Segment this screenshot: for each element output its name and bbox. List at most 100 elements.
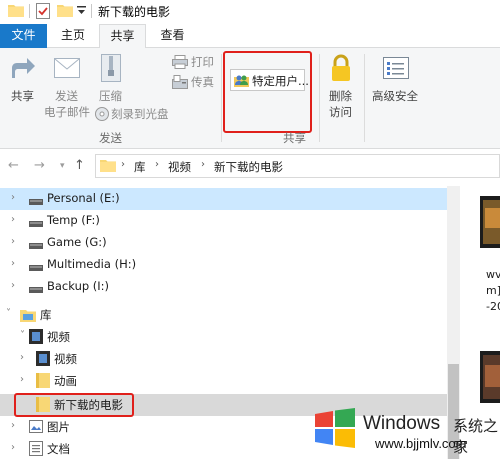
share-label: 共享 bbox=[11, 89, 34, 103]
expand-chevron-icon[interactable]: › bbox=[11, 192, 15, 203]
address-folder-icon bbox=[100, 158, 116, 175]
breadcrumb-library[interactable]: 库 bbox=[134, 159, 146, 175]
collapse-chevron-icon[interactable]: ˅ bbox=[6, 308, 11, 319]
tree-item-personal-drive[interactable]: › Personal (E:) bbox=[0, 188, 447, 210]
specific-user-button[interactable]: 特定用户... bbox=[230, 69, 309, 91]
burn-disc-label: 刻录到光盘 bbox=[111, 107, 169, 121]
back-arrow-icon[interactable]: ← bbox=[8, 158, 19, 173]
drive-icon bbox=[29, 195, 43, 209]
tree-item-multimedia-drive[interactable]: › Multimedia (H:) bbox=[0, 254, 447, 276]
address-bar-row: ← → ▾ ↑ › 库 › 视频 › 新下载的电影 bbox=[0, 150, 500, 182]
up-arrow-icon[interactable]: ↑ bbox=[74, 158, 85, 173]
security-list-icon bbox=[383, 57, 409, 82]
tree-item-game-drive[interactable]: › Game (G:) bbox=[0, 232, 447, 254]
remove-access-label-2: 访问 bbox=[329, 105, 352, 119]
quick-access-dropdown-icon[interactable] bbox=[77, 5, 86, 19]
tree-item-videos-folder[interactable]: › 视频 bbox=[0, 348, 447, 370]
tree-item-temp-drive[interactable]: › Temp (F:) bbox=[0, 210, 447, 232]
zip-icon bbox=[101, 54, 121, 85]
folder-icon bbox=[8, 3, 24, 20]
forward-arrow-icon[interactable]: → bbox=[34, 158, 45, 173]
tree-item-videos-library[interactable]: ˅ 视频 bbox=[0, 326, 447, 348]
send-email-label-2: 电子邮件 bbox=[44, 105, 90, 119]
tree-item-label: 图片 bbox=[47, 420, 70, 434]
specific-user-highlight: 特定用户... bbox=[223, 51, 312, 133]
expand-chevron-icon[interactable]: › bbox=[11, 442, 15, 453]
drive-icon bbox=[29, 217, 43, 231]
video-thumbnail[interactable] bbox=[480, 351, 500, 403]
users-icon bbox=[234, 73, 249, 90]
print-label: 打印 bbox=[191, 55, 214, 69]
title-bar: 新下载的电影 bbox=[0, 0, 500, 24]
video-library-icon bbox=[29, 329, 43, 347]
tab-share[interactable]: 共享 bbox=[99, 24, 146, 49]
breadcrumb-new-movies[interactable]: 新下载的电影 bbox=[214, 159, 283, 175]
tab-view[interactable]: 查看 bbox=[150, 24, 195, 48]
printer-icon bbox=[172, 55, 188, 72]
fax-icon bbox=[172, 75, 188, 92]
tree-item-label: Multimedia (H:) bbox=[47, 257, 137, 271]
expand-chevron-icon[interactable]: › bbox=[20, 352, 24, 363]
windows-logo-icon bbox=[313, 408, 357, 451]
pictures-icon bbox=[29, 420, 43, 436]
tree-item-backup-drive[interactable]: › Backup (I:) bbox=[0, 276, 447, 298]
video-thumbnail[interactable] bbox=[480, 196, 500, 248]
drive-icon bbox=[29, 239, 43, 253]
email-icon bbox=[54, 58, 80, 81]
new-movies-highlight bbox=[14, 393, 134, 417]
expand-chevron-icon[interactable]: › bbox=[20, 374, 24, 385]
tree-item-label: 视频 bbox=[47, 330, 70, 344]
specific-user-label: 特定用户... bbox=[252, 74, 309, 88]
tree-item-animation-folder[interactable]: › 动画 bbox=[0, 370, 447, 392]
expand-chevron-icon[interactable]: › bbox=[11, 280, 15, 291]
tree-item-label: 库 bbox=[40, 308, 52, 322]
file-name-line: m]: bbox=[486, 284, 500, 297]
breadcrumb-chevron-icon[interactable]: › bbox=[201, 159, 205, 170]
drive-icon bbox=[29, 283, 43, 297]
disc-icon bbox=[95, 107, 109, 124]
ribbon: 共享 发送 电子邮件 压缩 打印 传真 刻录到光盘 发送 特定用户... 共享 … bbox=[0, 48, 500, 149]
address-field[interactable]: › 库 › 视频 › 新下载的电影 bbox=[95, 154, 500, 178]
tree-item-label: 动画 bbox=[54, 374, 77, 388]
tree-item-label: Backup (I:) bbox=[47, 279, 110, 293]
collapse-chevron-icon[interactable]: ˅ bbox=[20, 330, 25, 341]
share-group-label: 共享 bbox=[283, 131, 306, 145]
expand-chevron-icon[interactable]: › bbox=[11, 214, 15, 225]
tree-item-label: Temp (F:) bbox=[47, 213, 100, 227]
tree-item-libraries[interactable]: ˅ 库 bbox=[0, 304, 447, 326]
tree-item-label: 视频 bbox=[54, 352, 77, 366]
expand-chevron-icon[interactable]: › bbox=[11, 420, 15, 431]
watermark-url: www.bjjmlv.com bbox=[375, 436, 467, 451]
fax-label: 传真 bbox=[191, 75, 214, 89]
expand-chevron-icon[interactable]: › bbox=[11, 236, 15, 247]
library-icon bbox=[20, 308, 36, 325]
tab-file[interactable]: 文件 bbox=[0, 24, 47, 48]
tree-item-label: Personal (E:) bbox=[47, 191, 120, 205]
watermark-windows-text: Windows bbox=[363, 413, 441, 434]
watermark: Windows 系统之家 www.bjjmlv.com bbox=[309, 404, 499, 456]
lock-icon bbox=[331, 54, 351, 85]
tab-home[interactable]: 主页 bbox=[52, 24, 94, 48]
tree-item-label: 文档 bbox=[47, 442, 70, 456]
breadcrumb-chevron-icon[interactable]: › bbox=[121, 159, 125, 170]
window-title: 新下载的电影 bbox=[98, 5, 171, 19]
folder-icon bbox=[36, 373, 50, 391]
video-folder-icon bbox=[36, 351, 50, 369]
breadcrumb-videos[interactable]: 视频 bbox=[168, 159, 191, 175]
file-name-line: wv bbox=[486, 268, 500, 281]
new-folder-icon[interactable] bbox=[57, 3, 73, 20]
tree-item-label: Game (G:) bbox=[47, 235, 107, 249]
file-name-line: -20 bbox=[486, 300, 500, 313]
expand-chevron-icon[interactable]: › bbox=[11, 258, 15, 269]
remove-access-label-1: 删除 bbox=[329, 89, 352, 103]
send-group-label: 发送 bbox=[99, 131, 122, 145]
send-email-label-1: 发送 bbox=[55, 89, 78, 103]
properties-check-icon[interactable] bbox=[36, 3, 50, 22]
advanced-security-label: 高级安全 bbox=[372, 89, 418, 103]
drive-icon bbox=[29, 261, 43, 275]
breadcrumb-chevron-icon[interactable]: › bbox=[155, 159, 159, 170]
recent-dropdown-icon[interactable]: ▾ bbox=[60, 161, 65, 171]
share-icon bbox=[10, 56, 36, 83]
zip-label: 压缩 bbox=[99, 89, 122, 103]
ribbon-tabs: 文件 主页 共享 查看 bbox=[0, 24, 500, 49]
